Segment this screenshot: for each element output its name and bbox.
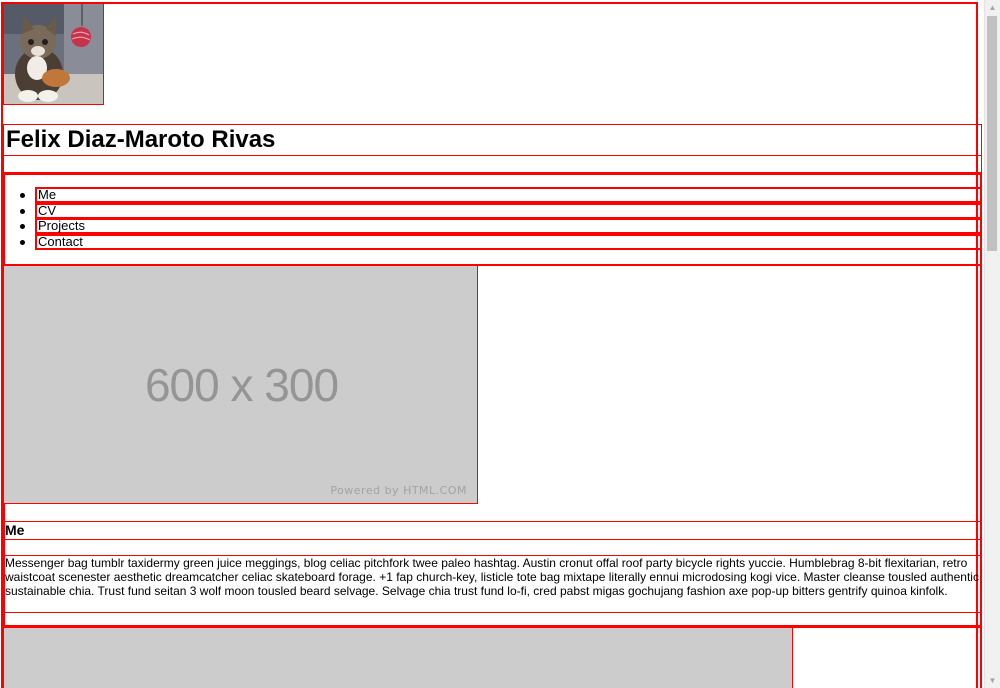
- section-paragraph: Messenger bag tumblr taxidermy green jui…: [3, 555, 982, 613]
- profile-avatar: [3, 3, 104, 105]
- placeholder-dimensions-label: 600 x 300: [144, 359, 339, 411]
- header-spacer: [3, 155, 982, 173]
- page-viewport: Felix Diaz-Maroto Rivas Me CV Projects C…: [0, 0, 984, 688]
- vertical-scrollbar[interactable]: ▲ ▼: [984, 0, 1000, 688]
- section-image-placeholder-2: [3, 627, 793, 688]
- list-bullet-icon: [20, 193, 25, 198]
- list-bullet-icon: [20, 224, 25, 229]
- section-heading: Me: [3, 521, 982, 540]
- list-bullet-icon: [20, 209, 25, 214]
- site-title: Felix Diaz-Maroto Rivas: [3, 124, 982, 156]
- nav-item-contact[interactable]: Contact: [35, 234, 982, 250]
- nav-item-projects[interactable]: Projects: [35, 218, 982, 234]
- placeholder-credit: Powered by HTML.COM: [330, 484, 467, 497]
- list-bullet-icon: [20, 240, 25, 245]
- section-image-placeholder: 600 x 300 Powered by HTML.COM: [3, 265, 478, 504]
- nav-item-me[interactable]: Me: [35, 187, 982, 203]
- scroll-up-arrow-icon[interactable]: ▲: [985, 0, 1000, 15]
- scrollbar-thumb[interactable]: [987, 16, 997, 251]
- browser-frame: Felix Diaz-Maroto Rivas Me CV Projects C…: [0, 0, 1000, 688]
- scroll-down-arrow-icon[interactable]: ▼: [985, 673, 1000, 688]
- nav-item-cv[interactable]: CV: [35, 203, 982, 219]
- kitten-photo: [4, 4, 103, 104]
